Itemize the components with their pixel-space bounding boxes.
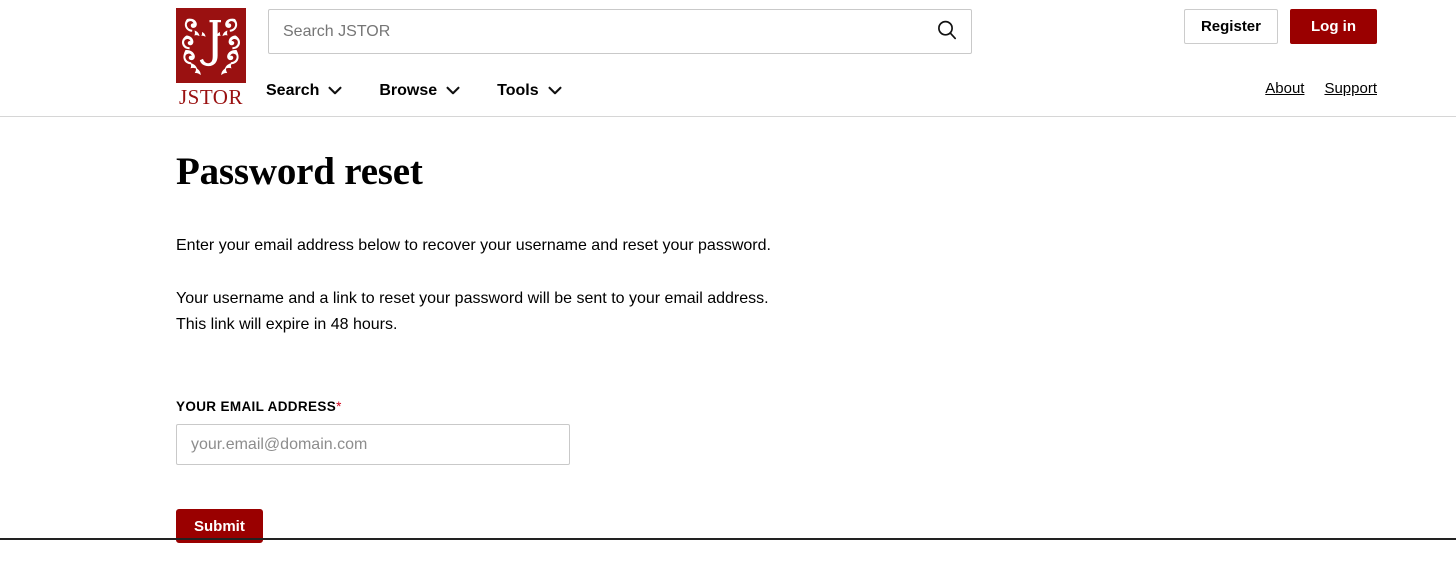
nav-item-label: Tools — [497, 82, 539, 99]
page-bottom-divider — [0, 538, 1456, 540]
chevron-down-icon — [446, 80, 460, 102]
email-field-label-text: YOUR EMAIL ADDRESS — [176, 399, 337, 414]
register-button[interactable]: Register — [1183, 9, 1278, 44]
login-button[interactable]: Log in — [1290, 9, 1377, 44]
nav-item-label: Browse — [379, 82, 438, 99]
account-actions: Register Log in — [1183, 9, 1377, 44]
required-asterisk: * — [336, 399, 342, 414]
site-header: JSTOR Search Browse — [0, 0, 1456, 117]
intro-paragraph-2: Your username and a link to reset your p… — [176, 290, 769, 333]
secondary-links: About Support — [1265, 78, 1377, 100]
nav-item-label: Search — [266, 82, 320, 99]
nav-item-browse[interactable]: Browse — [379, 78, 460, 104]
search-input[interactable] — [268, 9, 972, 54]
primary-navigation: Search Browse Tools — [266, 78, 562, 104]
chevron-down-icon — [548, 80, 562, 102]
search-icon — [936, 19, 958, 44]
jstor-logo-link[interactable]: JSTOR — [176, 8, 246, 110]
page-title: Password reset — [176, 150, 423, 193]
about-link[interactable]: About — [1265, 78, 1304, 100]
intro-paragraph-1: Enter your email address below to recove… — [176, 237, 771, 254]
jstor-wordmark: JSTOR — [179, 85, 243, 109]
content-column: Password reset Enter your email address … — [0, 117, 800, 543]
email-input[interactable] — [176, 424, 570, 465]
jstor-monogram-icon — [176, 8, 246, 83]
nav-item-search[interactable]: Search — [266, 78, 342, 104]
support-link[interactable]: Support — [1324, 78, 1377, 100]
nav-item-tools[interactable]: Tools — [497, 78, 562, 104]
email-field-label: YOUR EMAIL ADDRESS* — [176, 398, 800, 416]
main-content: Password reset Enter your email address … — [0, 117, 1456, 543]
password-reset-form: YOUR EMAIL ADDRESS* Submit — [176, 338, 800, 543]
search-bar — [268, 9, 972, 54]
chevron-down-icon — [328, 80, 342, 102]
search-submit-button[interactable] — [930, 15, 964, 49]
